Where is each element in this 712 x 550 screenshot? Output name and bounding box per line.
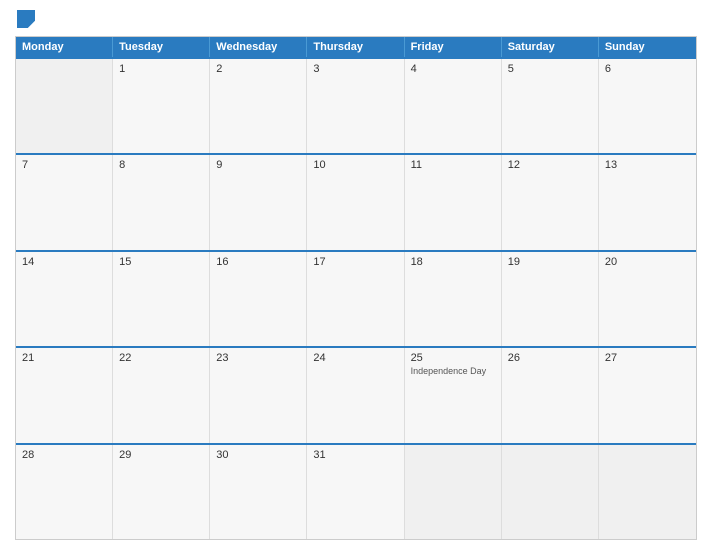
logo <box>15 10 37 28</box>
day-number: 2 <box>216 63 222 75</box>
column-header-saturday: Saturday <box>502 37 599 57</box>
header <box>15 10 697 28</box>
day-cell: 17 <box>307 252 404 346</box>
column-header-wednesday: Wednesday <box>210 37 307 57</box>
day-number: 26 <box>508 352 520 364</box>
day-number: 10 <box>313 159 325 171</box>
day-cell: 4 <box>405 59 502 153</box>
day-cell: 25 Independence Day <box>405 348 502 442</box>
day-cell: 27 <box>599 348 696 442</box>
day-number: 23 <box>216 352 228 364</box>
day-number: 3 <box>313 63 319 75</box>
week-row-2: 14 15 16 17 18 19 20 <box>16 250 696 346</box>
day-number: 12 <box>508 159 520 171</box>
day-number: 4 <box>411 63 417 75</box>
day-number: 1 <box>119 63 125 75</box>
calendar-grid: MondayTuesdayWednesdayThursdayFridaySatu… <box>15 36 697 540</box>
day-number: 13 <box>605 159 617 171</box>
day-cell: 29 <box>113 445 210 539</box>
day-cell: 3 <box>307 59 404 153</box>
day-number: 22 <box>119 352 131 364</box>
logo-icon <box>17 10 35 28</box>
day-cell: 12 <box>502 155 599 249</box>
day-cell: 28 <box>16 445 113 539</box>
day-number: 29 <box>119 449 131 461</box>
day-cell: 24 <box>307 348 404 442</box>
day-cell: 1 <box>113 59 210 153</box>
day-cell: 21 <box>16 348 113 442</box>
day-number: 21 <box>22 352 34 364</box>
column-header-sunday: Sunday <box>599 37 696 57</box>
day-cell <box>405 445 502 539</box>
day-number: 15 <box>119 256 131 268</box>
day-cell <box>16 59 113 153</box>
day-cell: 2 <box>210 59 307 153</box>
day-number: 16 <box>216 256 228 268</box>
day-number: 24 <box>313 352 325 364</box>
day-cell: 23 <box>210 348 307 442</box>
day-cell: 9 <box>210 155 307 249</box>
day-cell: 22 <box>113 348 210 442</box>
day-number: 28 <box>22 449 34 461</box>
day-number: 5 <box>508 63 514 75</box>
weeks-container: 1234567891011121314151617181920212223242… <box>16 57 696 539</box>
day-number: 25 <box>411 352 423 364</box>
day-cell: 8 <box>113 155 210 249</box>
day-cell: 13 <box>599 155 696 249</box>
column-header-monday: Monday <box>16 37 113 57</box>
day-cell: 20 <box>599 252 696 346</box>
week-row-4: 28 29 30 31 <box>16 443 696 539</box>
day-number: 14 <box>22 256 34 268</box>
column-header-tuesday: Tuesday <box>113 37 210 57</box>
day-number: 30 <box>216 449 228 461</box>
day-number: 31 <box>313 449 325 461</box>
day-number: 6 <box>605 63 611 75</box>
day-number: 7 <box>22 159 28 171</box>
day-cell <box>599 445 696 539</box>
week-row-3: 21 22 23 24 25 Independence Day 26 27 <box>16 346 696 442</box>
day-number: 27 <box>605 352 617 364</box>
week-row-1: 7 8 9 10 11 12 13 <box>16 153 696 249</box>
day-number: 17 <box>313 256 325 268</box>
day-cell: 7 <box>16 155 113 249</box>
day-cell: 16 <box>210 252 307 346</box>
day-number: 20 <box>605 256 617 268</box>
day-event: Independence Day <box>411 366 487 376</box>
day-cell: 19 <box>502 252 599 346</box>
column-header-thursday: Thursday <box>307 37 404 57</box>
day-cell: 5 <box>502 59 599 153</box>
day-cell: 30 <box>210 445 307 539</box>
week-row-0: 1 2 3 4 5 6 <box>16 57 696 153</box>
day-cell: 14 <box>16 252 113 346</box>
day-cell: 18 <box>405 252 502 346</box>
day-cell: 11 <box>405 155 502 249</box>
column-header-friday: Friday <box>405 37 502 57</box>
calendar-page: MondayTuesdayWednesdayThursdayFridaySatu… <box>0 0 712 550</box>
day-cell: 10 <box>307 155 404 249</box>
day-number: 11 <box>411 159 422 171</box>
day-number: 18 <box>411 256 423 268</box>
day-cell <box>502 445 599 539</box>
day-cell: 26 <box>502 348 599 442</box>
day-cell: 31 <box>307 445 404 539</box>
day-cell: 15 <box>113 252 210 346</box>
column-headers: MondayTuesdayWednesdayThursdayFridaySatu… <box>16 37 696 57</box>
day-number: 8 <box>119 159 125 171</box>
day-number: 9 <box>216 159 222 171</box>
day-number: 19 <box>508 256 520 268</box>
day-cell: 6 <box>599 59 696 153</box>
